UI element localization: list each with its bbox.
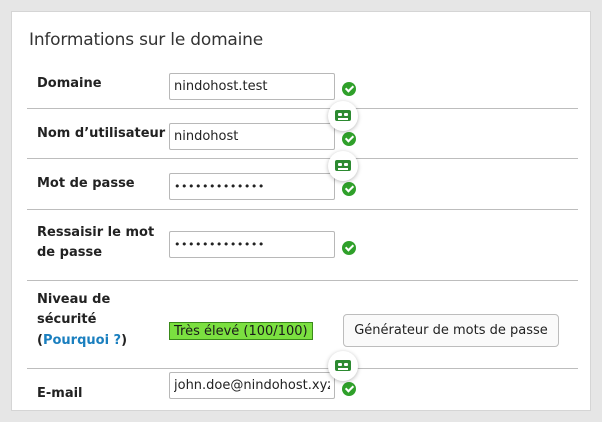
password-generator-button[interactable]: Générateur de mots de passe <box>343 314 559 347</box>
domain-label: Domaine <box>37 76 102 91</box>
confirm-password-input[interactable] <box>169 231 335 258</box>
keyboard-icon[interactable] <box>328 151 358 181</box>
username-label: Nom d’utilisateur <box>37 126 166 141</box>
check-circle-icon <box>342 132 356 146</box>
check-circle-icon <box>342 82 356 96</box>
email-label: E-mail <box>37 386 83 401</box>
check-circle-icon <box>342 182 356 196</box>
keyboard-icon[interactable] <box>328 351 358 381</box>
password-input[interactable] <box>169 173 335 200</box>
username-input[interactable] <box>169 123 335 150</box>
password-label: Mot de passe <box>37 176 135 191</box>
email-input[interactable] <box>169 372 335 399</box>
confirm-password-label-line2: de passe <box>37 245 103 260</box>
security-label-line2: sécurité <box>37 312 97 327</box>
confirm-password-label-line1: Ressaisir le mot <box>37 225 155 240</box>
keyboard-icon[interactable] <box>328 101 358 131</box>
why-link[interactable]: Pourquoi ? <box>43 333 121 348</box>
domain-input[interactable] <box>169 73 335 100</box>
security-label-why: (Pourquoi ?) <box>37 333 128 348</box>
check-circle-icon <box>342 382 356 396</box>
domain-info-panel: Informations sur le domaine Domaine Nom … <box>11 11 591 411</box>
section-title: Informations sur le domaine <box>29 30 264 50</box>
check-circle-icon <box>342 241 356 255</box>
security-label-line1: Niveau de <box>37 292 111 307</box>
password-strength-badge: Très élevé (100/100) <box>169 322 313 340</box>
